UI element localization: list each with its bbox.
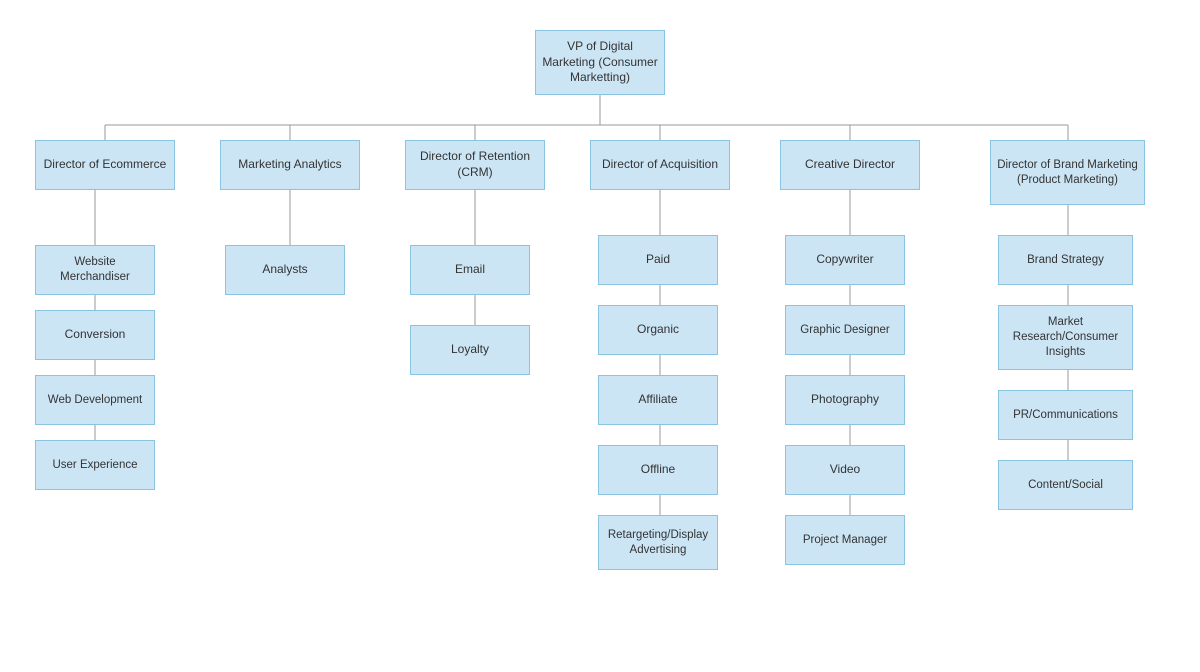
node-loyalty: Loyalty	[410, 325, 530, 375]
node-content-social: Content/Social	[998, 460, 1133, 510]
node-pr-communications: PR/Communications	[998, 390, 1133, 440]
node-affiliate: Affiliate	[598, 375, 718, 425]
node-acquisition: Director of Acquisition	[590, 140, 730, 190]
root-node: VP of Digital Marketing (Consumer Market…	[535, 30, 665, 95]
node-website-merchandiser: Website Merchandiser	[35, 245, 155, 295]
node-email: Email	[410, 245, 530, 295]
node-brand: Director of Brand Marketing (Product Mar…	[990, 140, 1145, 205]
node-project-manager: Project Manager	[785, 515, 905, 565]
node-organic: Organic	[598, 305, 718, 355]
node-web-development: Web Development	[35, 375, 155, 425]
node-offline: Offline	[598, 445, 718, 495]
node-graphic-designer: Graphic Designer	[785, 305, 905, 355]
node-retargeting: Retargeting/Display Advertising	[598, 515, 718, 570]
node-brand-strategy: Brand Strategy	[998, 235, 1133, 285]
node-photography: Photography	[785, 375, 905, 425]
node-retention: Director of Retention (CRM)	[405, 140, 545, 190]
node-video: Video	[785, 445, 905, 495]
org-chart: VP of Digital Marketing (Consumer Market…	[10, 10, 1190, 620]
node-copywriter: Copywriter	[785, 235, 905, 285]
node-analytics: Marketing Analytics	[220, 140, 360, 190]
node-creative: Creative Director	[780, 140, 920, 190]
node-paid: Paid	[598, 235, 718, 285]
node-market-research: Market Research/Consumer Insights	[998, 305, 1133, 370]
node-user-experience: User Experience	[35, 440, 155, 490]
node-analysts: Analysts	[225, 245, 345, 295]
node-ecommerce: Director of Ecommerce	[35, 140, 175, 190]
node-conversion: Conversion	[35, 310, 155, 360]
